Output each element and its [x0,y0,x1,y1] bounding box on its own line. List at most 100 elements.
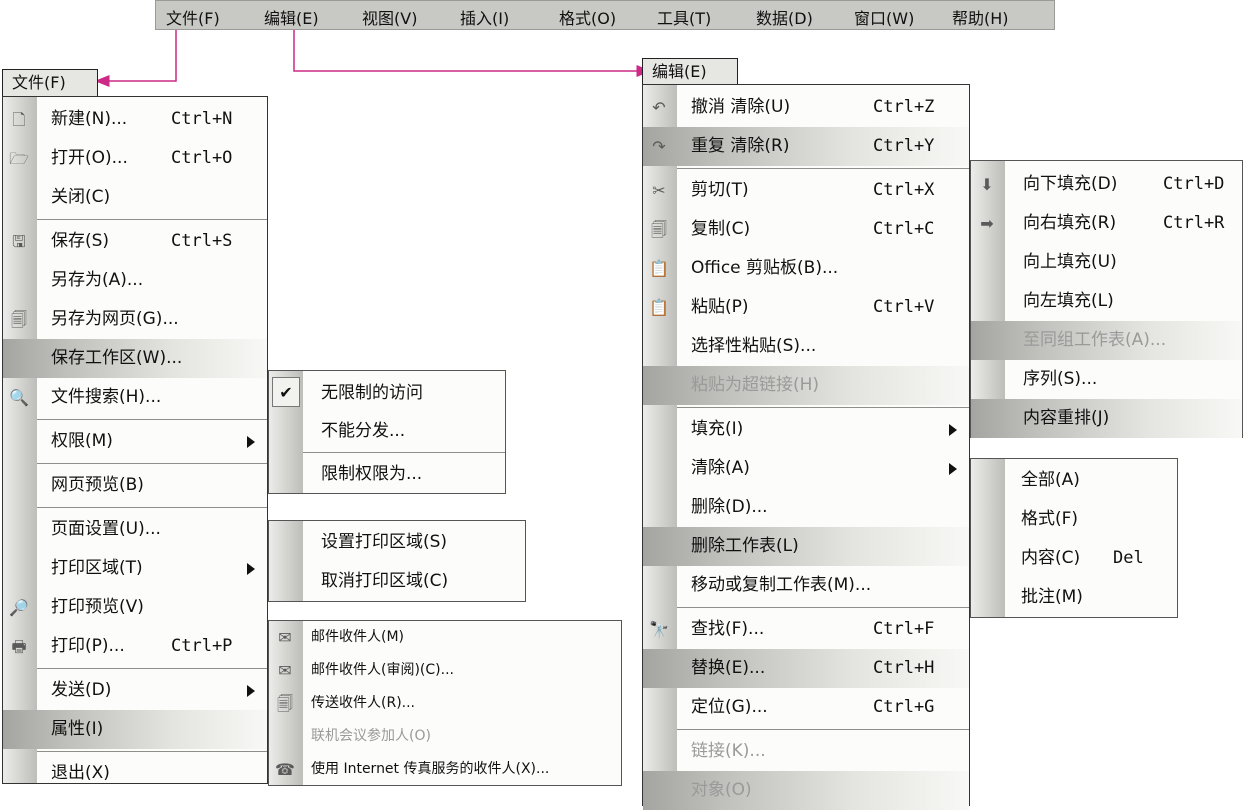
file-menu-title[interactable]: 文件(F) [2,69,98,96]
shortcut-key: Ctrl+H [873,658,935,678]
shortcut-key: Ctrl+P [171,636,233,656]
shortcut-key: Ctrl+X [873,180,935,200]
menu-item-label: 格式(F) [1021,509,1079,529]
permission-submenu-item[interactable]: 限制权限为... [269,455,505,493]
menu-separator [677,168,969,169]
file-menu-item[interactable]: 退出(X) [3,754,267,793]
permission-submenu: ✔ 无限制的访问 不能分发... 限制权限为... [268,370,506,494]
fill-submenu-item[interactable]: 序列(S)... [971,360,1242,399]
edit-menu-item[interactable]: 删除工作表(L) [643,527,969,566]
fill-submenu-item[interactable]: ⬇ 向下填充(D) Ctrl+D [971,165,1242,204]
file-menu-item[interactable]: 🗋 新建(N)... Ctrl+N [3,100,267,139]
edit-menu-item[interactable]: 选择性粘贴(S)... [643,327,969,366]
file-menu-item[interactable]: 另存为(A)... [3,261,267,300]
menu-item-label: 替换(E)... [691,658,766,678]
edit-menu-item: 粘贴为超链接(H) [643,366,969,405]
menu-item-label: 剪切(T) [691,180,749,200]
send-submenu-item[interactable]: ✉ 邮件收件人(审阅)(C)... [269,654,621,687]
fill-submenu-item[interactable]: 内容重排(J) [971,399,1242,438]
fill-submenu-item[interactable]: 向上填充(U) [971,243,1242,282]
edit-menu-item[interactable]: 移动或复制工作表(M)... [643,566,969,605]
menu-item-label: 退出(X) [51,763,110,783]
print-area-submenu-item[interactable]: 设置打印区域(S) [269,523,525,562]
submenu-arrow-icon [247,562,255,575]
menu-separator [37,668,267,669]
send-submenu-item[interactable]: 🗐 传送收件人(R)... [269,687,621,720]
edit-menu-item[interactable]: ↶ 撤消 清除(U) Ctrl+Z [643,88,969,127]
edit-menu-item[interactable]: ✂ 剪切(T) Ctrl+X [643,171,969,210]
menu-item-label: 另存为网页(G)... [51,309,179,329]
menu-item-label: 链接(K)... [691,741,766,761]
menu-item-label: 向右填充(R) [1023,213,1117,233]
menu-item-label: 另存为(A)... [51,270,144,290]
shortcut-key: Del [1113,548,1144,568]
clear-submenu-item[interactable]: 格式(F) [971,500,1177,539]
menu-item-label: 至同组工作表(A)... [1023,330,1167,350]
clear-submenu-item[interactable]: 全部(A) [971,461,1177,500]
print-area-submenu: 设置打印区域(S) 取消打印区域(C) [268,520,526,602]
print-area-submenu-item[interactable]: 取消打印区域(C) [269,562,525,601]
paste-icon: 📋 [649,297,669,317]
edit-menu-item[interactable]: ↷ 重复 清除(R) Ctrl+Y [643,127,969,166]
edit-menu-item[interactable]: 📋 Office 剪贴板(B)... [643,249,969,288]
send-submenu-item: 联机会议参加人(O) [269,720,621,753]
menu-item-label: 批注(M) [1021,587,1083,607]
menu-item-label: 发送(D) [51,680,112,700]
menu-item-label: 向上填充(U) [1023,252,1117,272]
file-menu-arrow [94,30,177,87]
menu-item-label: 删除(D)... [691,497,768,517]
submenu-arrow-icon [949,423,957,436]
menu-item-label: 关闭(C) [51,187,111,207]
file-menu-item[interactable]: 页面设置(U)... [3,510,267,549]
edit-menu-item[interactable]: 填充(I) [643,410,969,449]
shortcut-key: Ctrl+Z [873,97,935,117]
edit-menu-item[interactable]: 🗐 复制(C) Ctrl+C [643,210,969,249]
file-menu-item[interactable]: 🖫 保存(S) Ctrl+S [3,222,267,261]
submenu-arrow-icon [247,684,255,697]
edit-menu-item[interactable]: 删除(D)... [643,488,969,527]
send-submenu-item[interactable]: ✉ 邮件收件人(M) [269,621,621,654]
fill-submenu-item[interactable]: 向左填充(L) [971,282,1242,321]
menu-item-label: 复制(C) [691,219,751,239]
permission-submenu-item[interactable]: ✔ 无限制的访问 [269,374,505,412]
file-menu-item[interactable]: 发送(D) [3,671,267,710]
edit-menu-item[interactable]: 🔭 查找(F)... Ctrl+F [643,610,969,649]
file-menu-item[interactable]: 🔎 打印预览(V) [3,588,267,627]
clear-submenu-item[interactable]: 内容(C) Del [971,539,1177,578]
edit-menu: ↶ 撤消 清除(U) Ctrl+Z ↷ 重复 清除(R) Ctrl+Y ✂ 剪切(T) Ctrl… [642,84,970,810]
file-menu-item[interactable]: 网页预览(B) [3,466,267,505]
edit-menu-item[interactable]: 定位(G)... Ctrl+G [643,688,969,727]
fill-submenu-item[interactable]: ➡ 向右填充(R) Ctrl+R [971,204,1242,243]
file-menu-item[interactable]: 🗐 另存为网页(G)... [3,300,267,339]
edit-menu-title[interactable]: 编辑(E) [642,58,738,85]
edit-menu-item[interactable]: 替换(E)... Ctrl+H [643,649,969,688]
menu-separator [37,751,267,752]
file-menu-item[interactable]: 权限(M) [3,422,267,461]
file-menu-item[interactable]: 🔍 文件搜索(H)... [3,378,267,417]
clipboard-icon: 📋 [649,258,669,278]
menu-item-label: 打印预览(V) [51,597,144,617]
clear-submenu-item[interactable]: 批注(M) [971,578,1177,617]
menu-item-label: 序列(S)... [1023,369,1098,389]
edit-menu-item[interactable]: 清除(A) [643,449,969,488]
copy-icon: 🗐 [651,219,667,239]
file-menu-item[interactable]: 🗁 打开(O)... Ctrl+O [3,139,267,178]
menu-separator [303,452,505,453]
file-menu-item[interactable]: 🖶 打印(P)... Ctrl+P [3,627,267,666]
send-submenu-item[interactable]: ☎ 使用 Internet 传真服务的收件人(X)... [269,753,621,786]
menu-item-label: 粘贴为超链接(H) [691,375,820,395]
menu-item-label: 撤消 清除(U) [691,97,791,117]
shortcut-key: Ctrl+N [171,109,233,129]
menu-item-label: 网页预览(B) [51,475,144,495]
menu-item-label: 页面设置(U)... [51,519,161,539]
menu-item-label: 权限(M) [51,431,113,451]
menu-item-label: 向左填充(L) [1023,291,1114,311]
edit-menu-item[interactable]: 📋 粘贴(P) Ctrl+V [643,288,969,327]
file-menu-item[interactable]: 关闭(C) [3,178,267,217]
menu-item-label: 联机会议参加人(O) [311,728,431,744]
menu-item-label: 取消打印区域(C) [321,571,449,591]
file-menu-item[interactable]: 保存工作区(W)... [3,339,267,378]
file-menu-item[interactable]: 打印区域(T) [3,549,267,588]
permission-submenu-item[interactable]: 不能分发... [269,412,505,450]
file-menu-item[interactable]: 属性(I) [3,710,267,749]
